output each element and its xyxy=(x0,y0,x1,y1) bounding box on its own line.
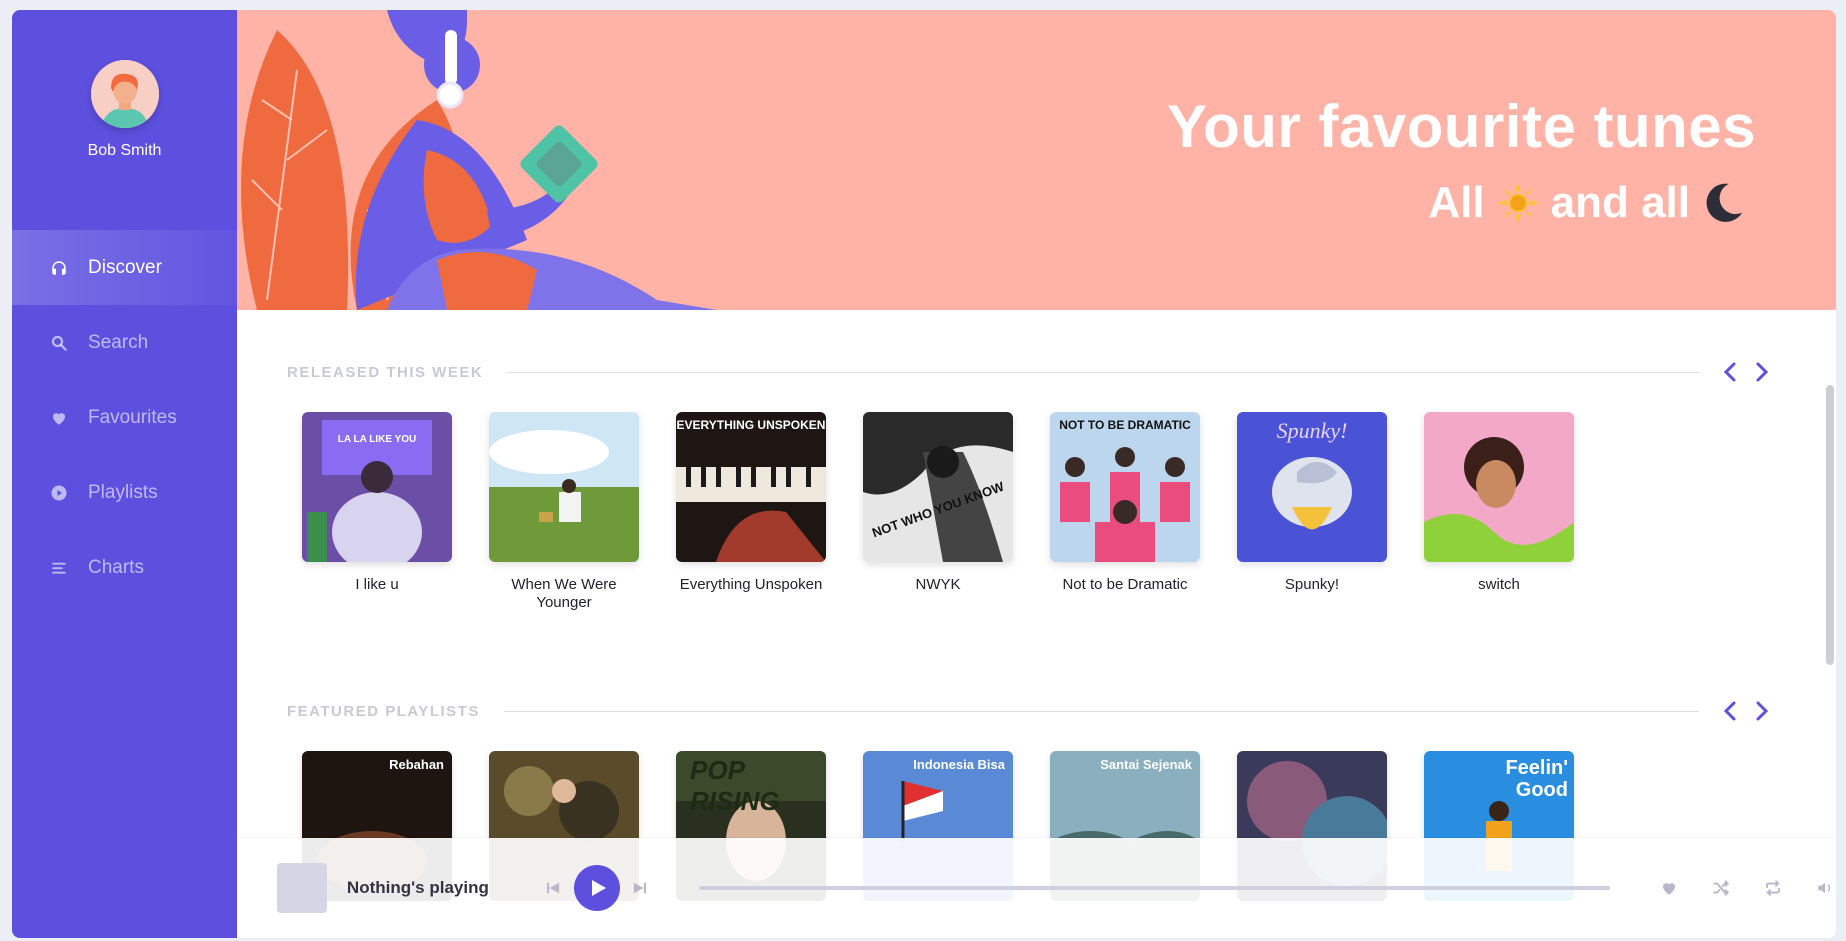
hero-illustration xyxy=(241,10,717,310)
chevron-right-icon[interactable] xyxy=(1753,701,1771,721)
cover-text: EVERYTHING UNSPOKEN xyxy=(676,418,826,432)
album-cover[interactable] xyxy=(1424,412,1574,562)
album-card[interactable]: NOT WHO YOU KNOW NWYK xyxy=(858,412,1018,594)
album-cover[interactable] xyxy=(489,412,639,562)
album-cover[interactable]: NOT WHO YOU KNOW xyxy=(863,412,1013,562)
divider xyxy=(507,371,1699,373)
now-playing-cover xyxy=(277,863,327,913)
cover-text: Feelin' Good xyxy=(1505,757,1568,801)
nav-item-search[interactable]: Search xyxy=(12,305,237,380)
list-icon xyxy=(50,559,68,577)
skip-forward-icon[interactable] xyxy=(630,877,652,899)
album-card[interactable]: Spunky! Spunky! xyxy=(1232,412,1392,594)
album-title: switch xyxy=(1478,576,1520,593)
album-cover[interactable]: LA LA LIKE YOU xyxy=(302,412,452,562)
volume-icon[interactable] xyxy=(1814,877,1836,899)
app-window: Bob Smith Discover Search Favourites Pla… xyxy=(12,10,1836,938)
album-cover[interactable]: EVERYTHING UNSPOKEN xyxy=(676,412,826,562)
nav-label-discover: Discover xyxy=(88,256,162,278)
album-title: I like u xyxy=(355,576,399,593)
heart-icon[interactable] xyxy=(1658,877,1680,899)
player-controls xyxy=(1658,877,1836,899)
album-card[interactable]: LA LA LIKE YOU I like u xyxy=(297,412,457,594)
headphones-icon xyxy=(50,259,68,277)
cover-text: LA LA LIKE YOU xyxy=(337,434,417,445)
scrollbar[interactable] xyxy=(1826,375,1836,695)
moon-icon xyxy=(1700,180,1746,226)
nav-item-discover[interactable]: Discover xyxy=(12,230,237,305)
cover-text: POP RISING xyxy=(690,755,780,816)
album-cover[interactable]: Spunky! xyxy=(1237,412,1387,562)
album-card[interactable]: EVERYTHING UNSPOKEN Everything Unspoken xyxy=(671,412,831,594)
hero-title: Your favourite tunes xyxy=(1167,93,1756,160)
nav-label-playlists: Playlists xyxy=(88,481,158,503)
shuffle-icon[interactable] xyxy=(1710,877,1732,899)
album-title: NWYK xyxy=(915,576,961,593)
hero-subtitle-part2: and all xyxy=(1550,178,1690,227)
album-title: Everything Unspoken xyxy=(679,576,823,593)
nav-label-search: Search xyxy=(88,331,149,353)
cover-text: Santai Sejenak xyxy=(1100,757,1192,772)
album-cover[interactable]: NOT TO BE DRAMATIC xyxy=(1050,412,1200,562)
section-title: FEATURED PLAYLISTS xyxy=(287,702,480,720)
play-icon xyxy=(592,880,607,896)
user-profile[interactable]: Bob Smith xyxy=(12,60,237,160)
hero-banner: Your favourite tunes All and all xyxy=(237,10,1836,310)
divider xyxy=(503,710,1699,712)
search-icon xyxy=(50,334,68,352)
chevron-right-icon[interactable] xyxy=(1753,362,1771,382)
sidebar: Bob Smith Discover Search Favourites Pla… xyxy=(12,10,237,938)
cover-text: Rebahan xyxy=(389,757,444,772)
chevron-left-icon[interactable] xyxy=(1721,701,1739,721)
now-playing-title: Nothing's playing xyxy=(346,878,489,897)
section-header: RELEASED THIS WEEK xyxy=(287,362,1781,382)
cover-text: Indonesia Bisa xyxy=(913,757,1005,772)
carousel-arrows xyxy=(1721,701,1771,721)
hero-subtitle: All and all xyxy=(1428,178,1746,228)
album-title: Not to be Dramatic xyxy=(1062,576,1188,593)
album-title: When We Were Younger xyxy=(511,576,617,611)
section-header: FEATURED PLAYLISTS xyxy=(287,701,1781,721)
chevron-left-icon[interactable] xyxy=(1721,362,1739,382)
carousel-arrows xyxy=(1721,362,1771,382)
nav-label-charts: Charts xyxy=(88,556,144,578)
player-bar: Nothing's playing xyxy=(237,838,1836,938)
progress-bar[interactable] xyxy=(699,886,1610,890)
album-card[interactable]: When We Were Younger xyxy=(484,412,644,612)
play-circle-icon xyxy=(50,484,68,502)
album-title: Spunky! xyxy=(1284,576,1340,593)
released-cards: LA LA LIKE YOU I like u When We Were You… xyxy=(297,412,1777,642)
hero-subtitle-part1: All xyxy=(1428,178,1485,227)
album-card[interactable]: switch xyxy=(1419,412,1579,594)
username: Bob Smith xyxy=(87,142,162,159)
sun-icon xyxy=(1495,180,1541,226)
scrollbar-thumb[interactable] xyxy=(1826,385,1834,665)
main-content: Your favourite tunes All and all RELEASE… xyxy=(237,10,1836,938)
sidebar-nav: Discover Search Favourites Playlists Cha… xyxy=(12,230,237,605)
repeat-icon[interactable] xyxy=(1762,877,1784,899)
skip-back-icon[interactable] xyxy=(542,877,564,899)
cover-text: Spunky! xyxy=(1276,418,1348,443)
heart-icon xyxy=(50,409,68,427)
cover-text: NOT TO BE DRAMATIC xyxy=(1059,418,1191,432)
nav-item-charts[interactable]: Charts xyxy=(12,530,237,605)
nav-item-playlists[interactable]: Playlists xyxy=(12,455,237,530)
nav-label-favourites: Favourites xyxy=(88,406,177,428)
play-button[interactable] xyxy=(573,865,620,911)
album-card[interactable]: NOT TO BE DRAMATIC Not to be Dramatic xyxy=(1045,412,1205,594)
nav-item-favourites[interactable]: Favourites xyxy=(12,380,237,455)
section-title: RELEASED THIS WEEK xyxy=(287,363,484,381)
avatar[interactable] xyxy=(90,60,159,128)
